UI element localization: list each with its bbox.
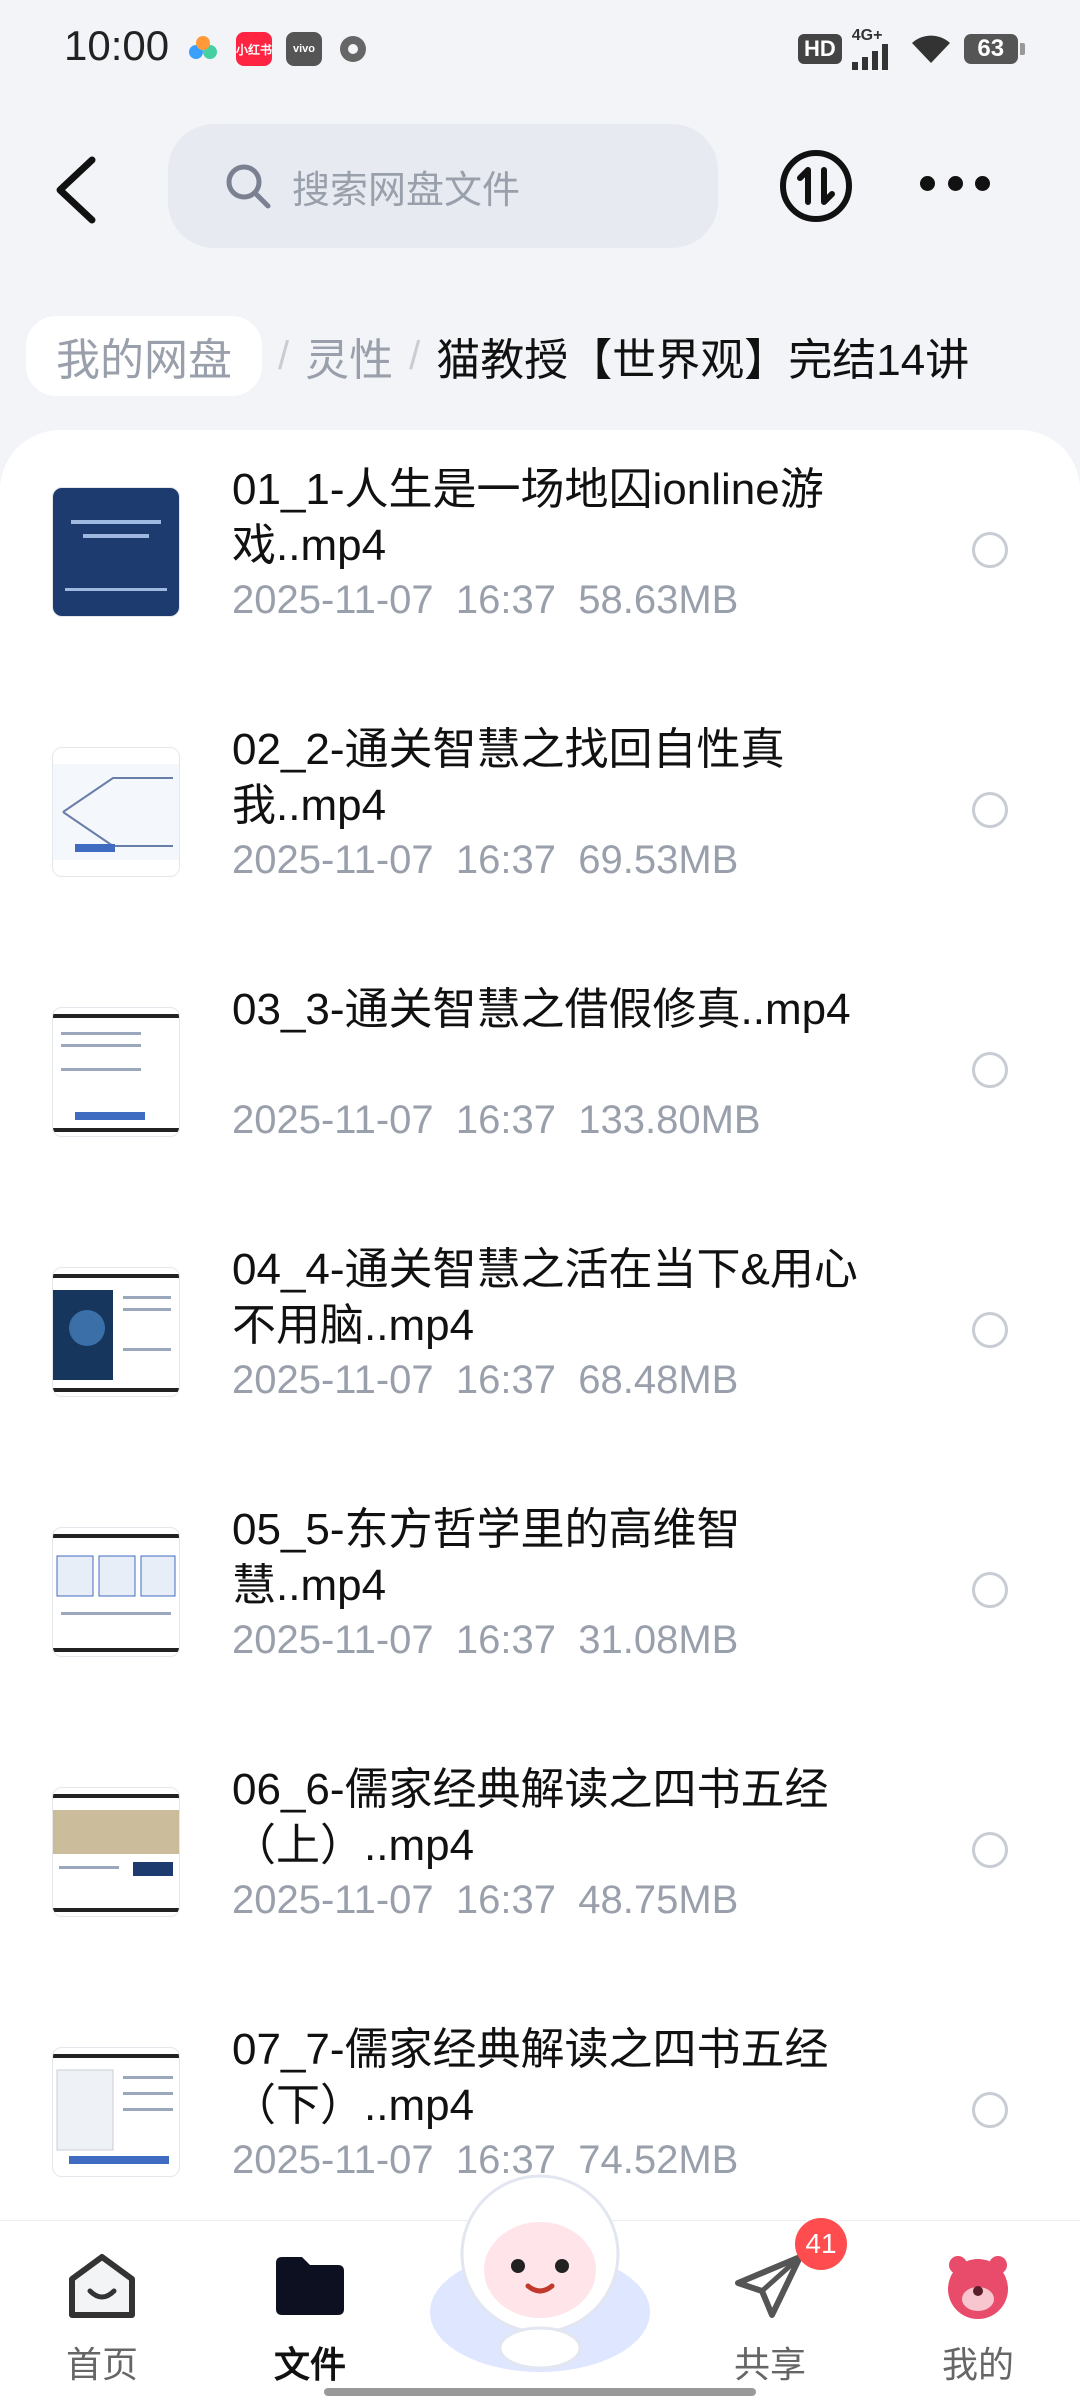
file-row[interactable]: 02_2-通关智慧之找回自性真我..mp4 2025-11-07 16:37 6… bbox=[0, 690, 1080, 950]
file-time: 16:37 bbox=[455, 1618, 556, 1662]
file-name: 01_1-人生是一场地囚ionline游戏..mp4 bbox=[232, 465, 824, 570]
file-list: 01_1-人生是一场地囚ionline游戏..mp4 2025-11-07 16… bbox=[0, 430, 1080, 2220]
breadcrumb-separator: / bbox=[278, 333, 290, 378]
wifi-icon bbox=[911, 35, 950, 63]
status-right: HD 4G+ 63 bbox=[798, 28, 1025, 70]
file-meta: 2025-11-07 16:37 69.53MB bbox=[232, 838, 738, 883]
more-button[interactable] bbox=[920, 168, 990, 198]
file-date: 2025-11-07 bbox=[232, 1878, 434, 1922]
file-name: 06_6-儒家经典解读之四书五经（上）..mp4 bbox=[232, 1765, 829, 1870]
file-name: 07_7-儒家经典解读之四书五经（下）..mp4 bbox=[232, 2025, 829, 2130]
cloud-app-icon bbox=[186, 32, 222, 66]
file-name: 02_2-通关智慧之找回自性真我..mp4 bbox=[232, 725, 785, 830]
nav-home-label: 首页 bbox=[65, 2344, 138, 2385]
file-size: 31.08MB bbox=[578, 1618, 739, 1662]
select-radio[interactable] bbox=[972, 1312, 1008, 1348]
file-time: 16:37 bbox=[455, 1358, 556, 1402]
select-radio[interactable] bbox=[972, 2092, 1008, 2128]
more-dot bbox=[947, 175, 963, 191]
file-row[interactable]: 05_5-东方哲学里的高维智慧..mp4 2025-11-07 16:37 31… bbox=[0, 1470, 1080, 1730]
file-date: 2025-11-07 bbox=[232, 1098, 434, 1142]
video-thumbnail bbox=[52, 747, 180, 877]
xiaohongshu-app-icon: 小红书 bbox=[236, 32, 272, 66]
file-row[interactable]: 03_3-通关智慧之借假修真..mp4 2025-11-07 16:37 133… bbox=[0, 950, 1080, 1210]
home-indicator[interactable] bbox=[324, 2388, 756, 2396]
file-size: 68.48MB bbox=[578, 1358, 739, 1402]
share-badge: 41 bbox=[795, 2218, 847, 2270]
vivo-app-icon: vivo bbox=[286, 32, 322, 66]
file-date: 2025-11-07 bbox=[232, 2138, 434, 2182]
select-radio[interactable] bbox=[972, 792, 1008, 828]
home-icon bbox=[69, 2254, 135, 2318]
file-meta: 2025-11-07 16:37 68.48MB bbox=[232, 1358, 738, 1403]
file-date: 2025-11-07 bbox=[232, 1618, 434, 1662]
nav-mine-label: 我的 bbox=[941, 2344, 1014, 2385]
video-thumbnail bbox=[52, 1527, 180, 1657]
select-radio[interactable] bbox=[972, 1832, 1008, 1868]
file-time: 16:37 bbox=[455, 1098, 556, 1142]
breadcrumb-root[interactable]: 我的网盘 bbox=[26, 316, 262, 396]
nav-home[interactable]: 首页 bbox=[32, 2251, 172, 2388]
file-size: 69.53MB bbox=[578, 838, 739, 882]
nav-files[interactable]: 文件 bbox=[240, 2251, 380, 2388]
file-date: 2025-11-07 bbox=[232, 578, 434, 622]
video-thumbnail bbox=[52, 2047, 180, 2177]
mascot-icon bbox=[430, 2174, 650, 2372]
battery-icon: 63 bbox=[963, 34, 1025, 64]
video-thumbnail bbox=[52, 1007, 180, 1137]
select-radio[interactable] bbox=[972, 532, 1008, 568]
avatar bbox=[948, 2256, 1008, 2319]
search-input[interactable]: 搜索网盘文件 bbox=[168, 124, 718, 248]
file-row[interactable]: 06_6-儒家经典解读之四书五经（上）..mp4 2025-11-07 16:3… bbox=[0, 1730, 1080, 1990]
search-placeholder: 搜索网盘文件 bbox=[292, 169, 521, 212]
video-thumbnail bbox=[52, 1787, 180, 1917]
select-radio[interactable] bbox=[972, 1052, 1008, 1088]
breadcrumb-current: 猫教授【世界观】完结14讲 bbox=[436, 336, 970, 385]
file-size: 48.75MB bbox=[578, 1878, 739, 1922]
nav-share-label: 共享 bbox=[733, 2344, 806, 2385]
signal-icon: 4G+ bbox=[851, 28, 896, 70]
hd-icon: HD bbox=[798, 34, 842, 64]
file-size: 133.80MB bbox=[578, 1098, 761, 1142]
more-dot bbox=[975, 175, 990, 191]
file-name: 05_5-东方哲学里的高维智慧..mp4 bbox=[232, 1505, 741, 1610]
file-time: 16:37 bbox=[455, 578, 556, 622]
nav-share[interactable]: 共享 bbox=[700, 2251, 840, 2388]
file-meta: 2025-11-07 16:37 48.75MB bbox=[232, 1878, 738, 1923]
search-icon bbox=[226, 164, 271, 209]
send-icon bbox=[735, 2254, 803, 2318]
status-time: 10:00 bbox=[64, 22, 170, 69]
file-time: 16:37 bbox=[455, 1878, 556, 1922]
settings-gear-icon bbox=[336, 32, 370, 66]
folder-icon bbox=[276, 2257, 344, 2315]
video-thumbnail bbox=[52, 487, 180, 617]
nav-files-label: 文件 bbox=[273, 2344, 346, 2385]
file-name: 04_4-通关智慧之活在当下&用心不用脑..mp4 bbox=[232, 1245, 858, 1350]
back-button[interactable] bbox=[48, 150, 108, 230]
file-size: 58.63MB bbox=[578, 578, 739, 622]
file-time: 16:37 bbox=[455, 838, 556, 882]
nav-mine[interactable]: 我的 bbox=[908, 2251, 1048, 2388]
chevron-left-icon bbox=[56, 156, 96, 224]
file-name: 03_3-通关智慧之借假修真..mp4 bbox=[232, 985, 851, 1034]
file-row[interactable]: 04_4-通关智慧之活在当下&用心不用脑..mp4 2025-11-07 16:… bbox=[0, 1210, 1080, 1470]
file-meta: 2025-11-07 16:37 58.63MB bbox=[232, 578, 738, 623]
transfer-icon bbox=[780, 150, 852, 222]
file-date: 2025-11-07 bbox=[232, 838, 434, 882]
select-radio[interactable] bbox=[972, 1572, 1008, 1608]
file-meta: 2025-11-07 16:37 31.08MB bbox=[232, 1618, 738, 1663]
assistant-mascot-button[interactable] bbox=[420, 2162, 660, 2382]
transfer-button[interactable] bbox=[778, 148, 854, 224]
file-date: 2025-11-07 bbox=[232, 1358, 434, 1402]
breadcrumb: 我的网盘 / 灵性 / 猫教授【世界观】完结14讲 bbox=[26, 316, 969, 396]
status-bar: 10:00 小红书 vivo HD 4G+ 63 bbox=[0, 0, 1080, 100]
file-meta: 2025-11-07 16:37 133.80MB bbox=[232, 1098, 761, 1143]
video-thumbnail bbox=[52, 1267, 180, 1397]
breadcrumb-folder[interactable]: 灵性 bbox=[305, 324, 393, 388]
file-row[interactable]: 01_1-人生是一场地囚ionline游戏..mp4 2025-11-07 16… bbox=[0, 430, 1080, 690]
breadcrumb-separator: / bbox=[409, 333, 421, 378]
more-dot bbox=[920, 175, 935, 191]
